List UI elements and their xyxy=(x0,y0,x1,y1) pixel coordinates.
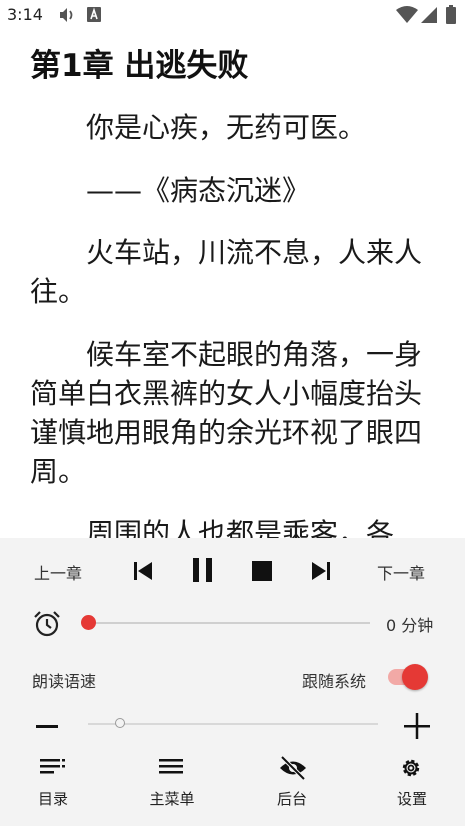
toggle-thumb xyxy=(402,664,428,690)
paragraph: 周围的人也都是乘客，各 xyxy=(30,517,395,538)
timer-slider-track[interactable] xyxy=(88,622,370,624)
reader-content[interactable]: 第1章 出逃失败 你是心疾，无药可医。 ——《病态沉迷》 火车站，川流不息，人来… xyxy=(0,30,465,538)
paragraph: 候车室不起眼的角落，一身简单白衣黑裤的女人小幅度抬头谨慎地用眼角的余光环视了眼四… xyxy=(30,338,423,488)
skip-next-icon[interactable] xyxy=(306,556,336,586)
nav-background-label: 后台 xyxy=(276,790,307,808)
volume-icon xyxy=(60,8,73,22)
paragraph: 火车站，川流不息，人来人往。 xyxy=(30,236,423,308)
speech-rate-label: 朗读语速 xyxy=(32,672,97,691)
paragraph: 你是心疾，无药可医。 xyxy=(30,111,367,144)
timer-slider-thumb[interactable] xyxy=(81,615,96,630)
next-chapter-button[interactable]: 下一章 xyxy=(377,560,425,584)
skip-previous-icon[interactable] xyxy=(128,556,158,586)
eye-off-icon xyxy=(280,756,306,780)
stop-icon[interactable] xyxy=(247,556,277,586)
follow-system-toggle[interactable] xyxy=(388,664,428,690)
signal-icon xyxy=(421,7,437,23)
nav-main-menu-label: 主菜单 xyxy=(149,790,195,808)
increase-speed-button[interactable] xyxy=(403,712,431,740)
battery-icon xyxy=(446,5,456,24)
decrease-speed-button[interactable] xyxy=(34,714,60,740)
menu-icon xyxy=(159,759,183,774)
chapter-title: 第1章 出逃失败 xyxy=(30,48,249,84)
alarm-clock-icon[interactable] xyxy=(31,608,63,640)
toc-icon xyxy=(40,759,65,774)
status-time: 3:14 xyxy=(7,5,43,24)
wifi-icon xyxy=(396,6,418,23)
nav-toc-label: 目录 xyxy=(37,790,68,808)
speed-slider-thumb[interactable] xyxy=(115,718,125,728)
nav-settings-label: 设置 xyxy=(396,790,427,808)
read-aloud-panel: 上一章 下一章 0 分钟 朗读语速 跟随系统 目录 主菜单 后台 设置 xyxy=(0,538,465,826)
paragraph: ——《病态沉迷》 xyxy=(30,174,311,207)
keyboard-a-icon xyxy=(87,7,101,22)
status-bar: 3:14 xyxy=(0,0,465,30)
speed-slider-track[interactable] xyxy=(88,723,378,725)
gear-icon xyxy=(402,759,420,777)
pause-icon[interactable] xyxy=(187,554,219,586)
follow-system-label: 跟随系统 xyxy=(302,672,367,691)
prev-chapter-button[interactable]: 上一章 xyxy=(34,560,82,584)
timer-value: 0 分钟 xyxy=(386,616,434,635)
